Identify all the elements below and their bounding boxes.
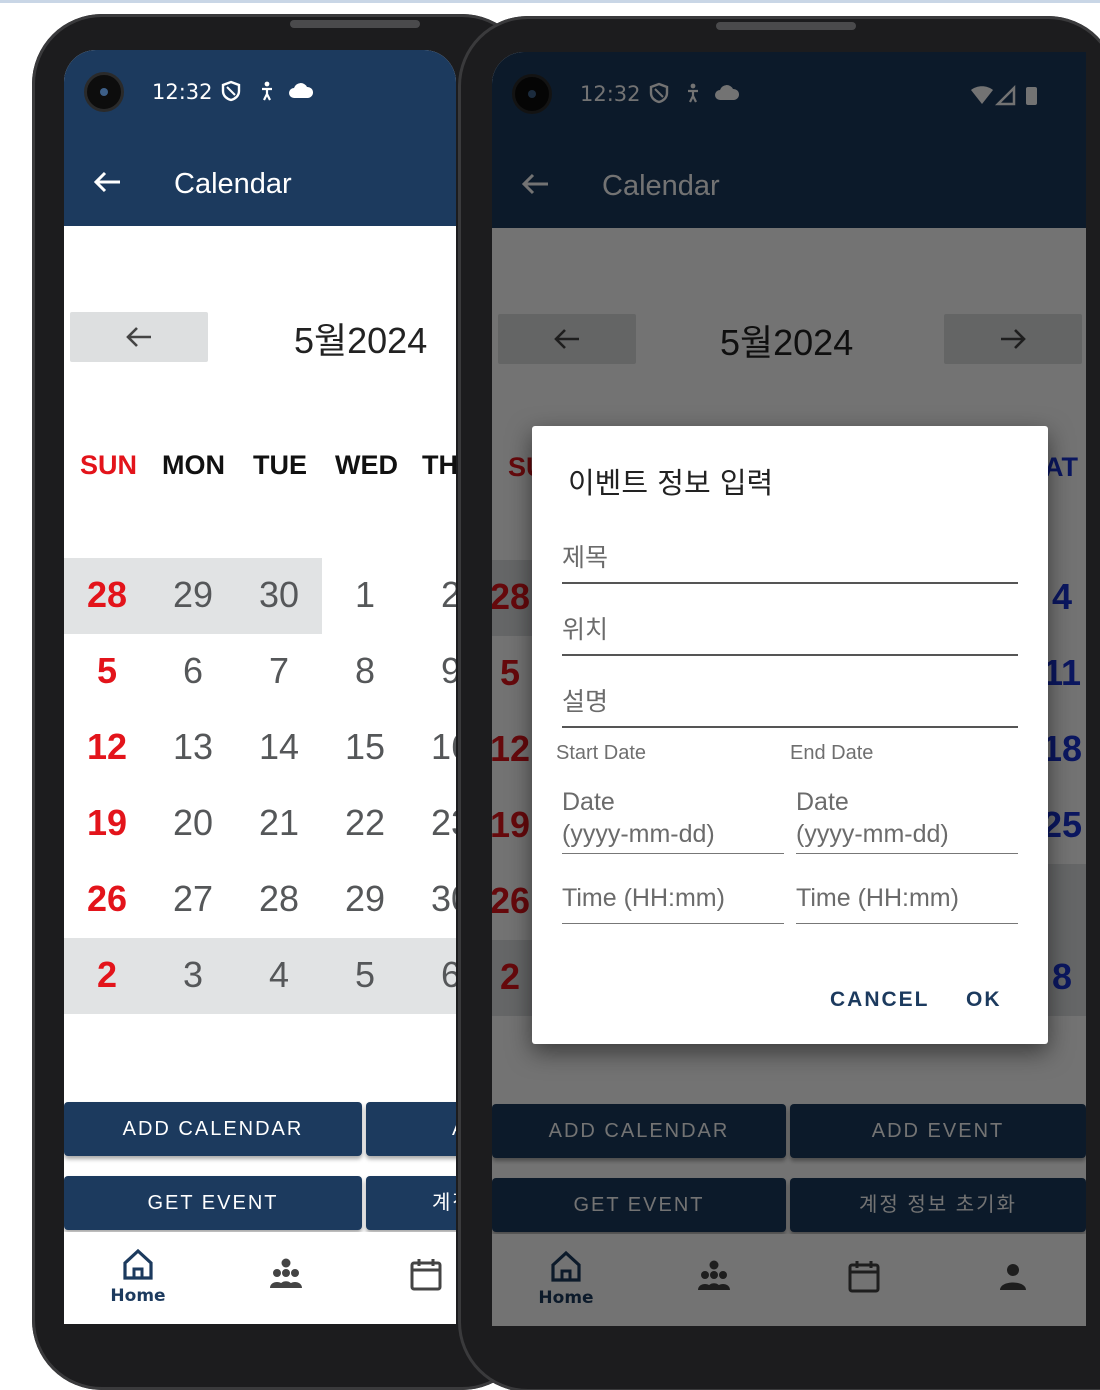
app-bar: Calendar bbox=[64, 134, 456, 226]
cancel-button[interactable]: CANCEL bbox=[830, 988, 930, 1012]
calendar-day[interactable]: 26 bbox=[64, 878, 150, 920]
ok-button[interactable]: OK bbox=[966, 988, 1002, 1012]
earpiece-speaker bbox=[290, 20, 420, 28]
accessibility-icon bbox=[262, 81, 272, 101]
calendar-day[interactable]: 5 bbox=[322, 954, 408, 996]
bottom-navigation: Home bbox=[64, 1232, 456, 1324]
weekday-mon: MON bbox=[162, 450, 225, 480]
location-input-hint: 위치 bbox=[562, 615, 609, 644]
get-event-button[interactable]: GET EVENT bbox=[64, 1176, 362, 1230]
start-time-input[interactable]: Time (HH:mm) bbox=[562, 884, 784, 924]
calendar-day[interactable]: 9 bbox=[408, 650, 456, 692]
status-bar: 12:32 bbox=[64, 50, 456, 134]
calendar-day[interactable]: 15 bbox=[322, 726, 408, 768]
nav-home-label: Home bbox=[110, 1286, 166, 1306]
app-title: Calendar bbox=[174, 168, 292, 200]
earpiece-speaker bbox=[716, 22, 856, 30]
description-input-hint: 설명 bbox=[562, 687, 609, 716]
calendar-day[interactable]: 29 bbox=[322, 878, 408, 920]
calendar-day[interactable]: 7 bbox=[236, 650, 322, 692]
start-date-hint: Date (yyyy-mm-dd) bbox=[562, 786, 715, 850]
prev-month-button[interactable] bbox=[70, 312, 208, 362]
phone-screen-left: 12:32 Calendar 5월2024 SUN MON TUE WED TH… bbox=[64, 50, 456, 1324]
cloud-icon bbox=[289, 83, 314, 98]
calendar-week-2: 5 6 7 8 9 bbox=[64, 634, 456, 710]
location-input[interactable]: 위치 bbox=[562, 606, 1018, 656]
calendar-week-5: 26 27 28 29 30 bbox=[64, 862, 456, 938]
start-time-hint: Time (HH:mm) bbox=[562, 884, 725, 912]
phone-frame-left: 12:32 Calendar 5월2024 SUN MON TUE WED TH… bbox=[32, 14, 532, 1390]
end-time-hint: Time (HH:mm) bbox=[796, 884, 959, 912]
back-arrow-icon[interactable] bbox=[92, 170, 122, 194]
calendar-day[interactable]: 21 bbox=[236, 802, 322, 844]
phone-screen-right: 12:32 Calendar 5월2024 SU AT 28 4 bbox=[492, 52, 1086, 1326]
home-icon bbox=[123, 1248, 153, 1280]
start-date-label: Start Date bbox=[556, 742, 647, 764]
calendar-day[interactable]: 20 bbox=[150, 802, 236, 844]
calendar-day[interactable]: 14 bbox=[236, 726, 322, 768]
event-info-dialog: 이벤트 정보 입력 제목 위치 설명 Start Date End Date D… bbox=[532, 426, 1048, 1044]
end-date-input[interactable]: Date (yyyy-mm-dd) bbox=[796, 786, 1018, 854]
weekday-thu: TH bbox=[422, 450, 456, 480]
nav-calendar[interactable] bbox=[386, 1242, 456, 1318]
calendar-day[interactable]: 23 bbox=[408, 802, 456, 844]
calendar-day[interactable]: 28 bbox=[64, 574, 150, 616]
calendar-week-1: 28 29 30 1 2 bbox=[64, 558, 456, 634]
calendar-day[interactable]: 22 bbox=[322, 802, 408, 844]
calendar-day[interactable]: 2 bbox=[408, 574, 456, 616]
front-camera bbox=[84, 72, 124, 112]
calendar-day[interactable]: 4 bbox=[236, 954, 322, 996]
shield-icon bbox=[221, 80, 241, 102]
calendar-day[interactable]: 8 bbox=[322, 650, 408, 692]
start-date-input[interactable]: Date (yyyy-mm-dd) bbox=[562, 786, 784, 854]
groups-icon bbox=[270, 1258, 302, 1288]
phone-frame-right: 12:32 Calendar 5월2024 SU AT 28 4 bbox=[458, 16, 1100, 1390]
status-time: 12:32 bbox=[152, 80, 213, 104]
calendar-week-3: 12 13 14 15 16 bbox=[64, 710, 456, 786]
weekday-tue: TUE bbox=[253, 450, 307, 480]
calendar-week-4: 19 20 21 22 23 bbox=[64, 786, 456, 862]
calendar-day[interactable]: 13 bbox=[150, 726, 236, 768]
dialog-title: 이벤트 정보 입력 bbox=[568, 466, 774, 500]
calendar-day[interactable]: 2 bbox=[64, 954, 150, 996]
title-input-hint: 제목 bbox=[562, 543, 609, 572]
nav-groups[interactable] bbox=[236, 1242, 336, 1318]
date-hint-line2: (yyyy-mm-dd) bbox=[796, 820, 949, 848]
date-hint-line1: Date bbox=[562, 788, 615, 816]
calendar-day[interactable]: 27 bbox=[150, 878, 236, 920]
add-calendar-button[interactable]: ADD CALENDAR bbox=[64, 1102, 362, 1156]
calendar-day[interactable]: 6 bbox=[408, 954, 456, 996]
calendar-day[interactable]: 16 bbox=[408, 726, 456, 768]
calendar-day[interactable]: 6 bbox=[150, 650, 236, 692]
month-title: 5월2024 bbox=[294, 320, 428, 361]
calendar-day[interactable]: 28 bbox=[236, 878, 322, 920]
calendar-icon bbox=[410, 1259, 442, 1291]
calendar-day[interactable]: 30 bbox=[408, 878, 456, 920]
nav-home[interactable]: Home bbox=[88, 1242, 188, 1318]
date-hint-line1: Date bbox=[796, 788, 849, 816]
end-date-hint: Date (yyyy-mm-dd) bbox=[796, 786, 949, 850]
calendar-day[interactable]: 5 bbox=[64, 650, 150, 692]
window-top-border bbox=[0, 0, 1100, 3]
description-input[interactable]: 설명 bbox=[562, 678, 1018, 728]
calendar-day[interactable]: 1 bbox=[322, 574, 408, 616]
weekday-sun: SUN bbox=[80, 450, 138, 480]
calendar-day[interactable]: 29 bbox=[150, 574, 236, 616]
date-hint-line2: (yyyy-mm-dd) bbox=[562, 820, 715, 848]
weekday-wed: WED bbox=[335, 450, 398, 480]
calendar-day[interactable]: 12 bbox=[64, 726, 150, 768]
end-time-input[interactable]: Time (HH:mm) bbox=[796, 884, 1018, 924]
arrow-left-icon bbox=[126, 327, 151, 347]
end-date-label: End Date bbox=[790, 742, 874, 764]
calendar-week-6: 2 3 4 5 6 bbox=[64, 938, 456, 1014]
reset-account-button[interactable]: 계정 정보 초기화 bbox=[366, 1176, 456, 1230]
calendar-day[interactable]: 3 bbox=[150, 954, 236, 996]
calendar-day[interactable]: 19 bbox=[64, 802, 150, 844]
calendar-day[interactable]: 30 bbox=[236, 574, 322, 616]
add-event-button[interactable]: ADD EVENT bbox=[366, 1102, 456, 1156]
title-input[interactable]: 제목 bbox=[562, 534, 1018, 584]
